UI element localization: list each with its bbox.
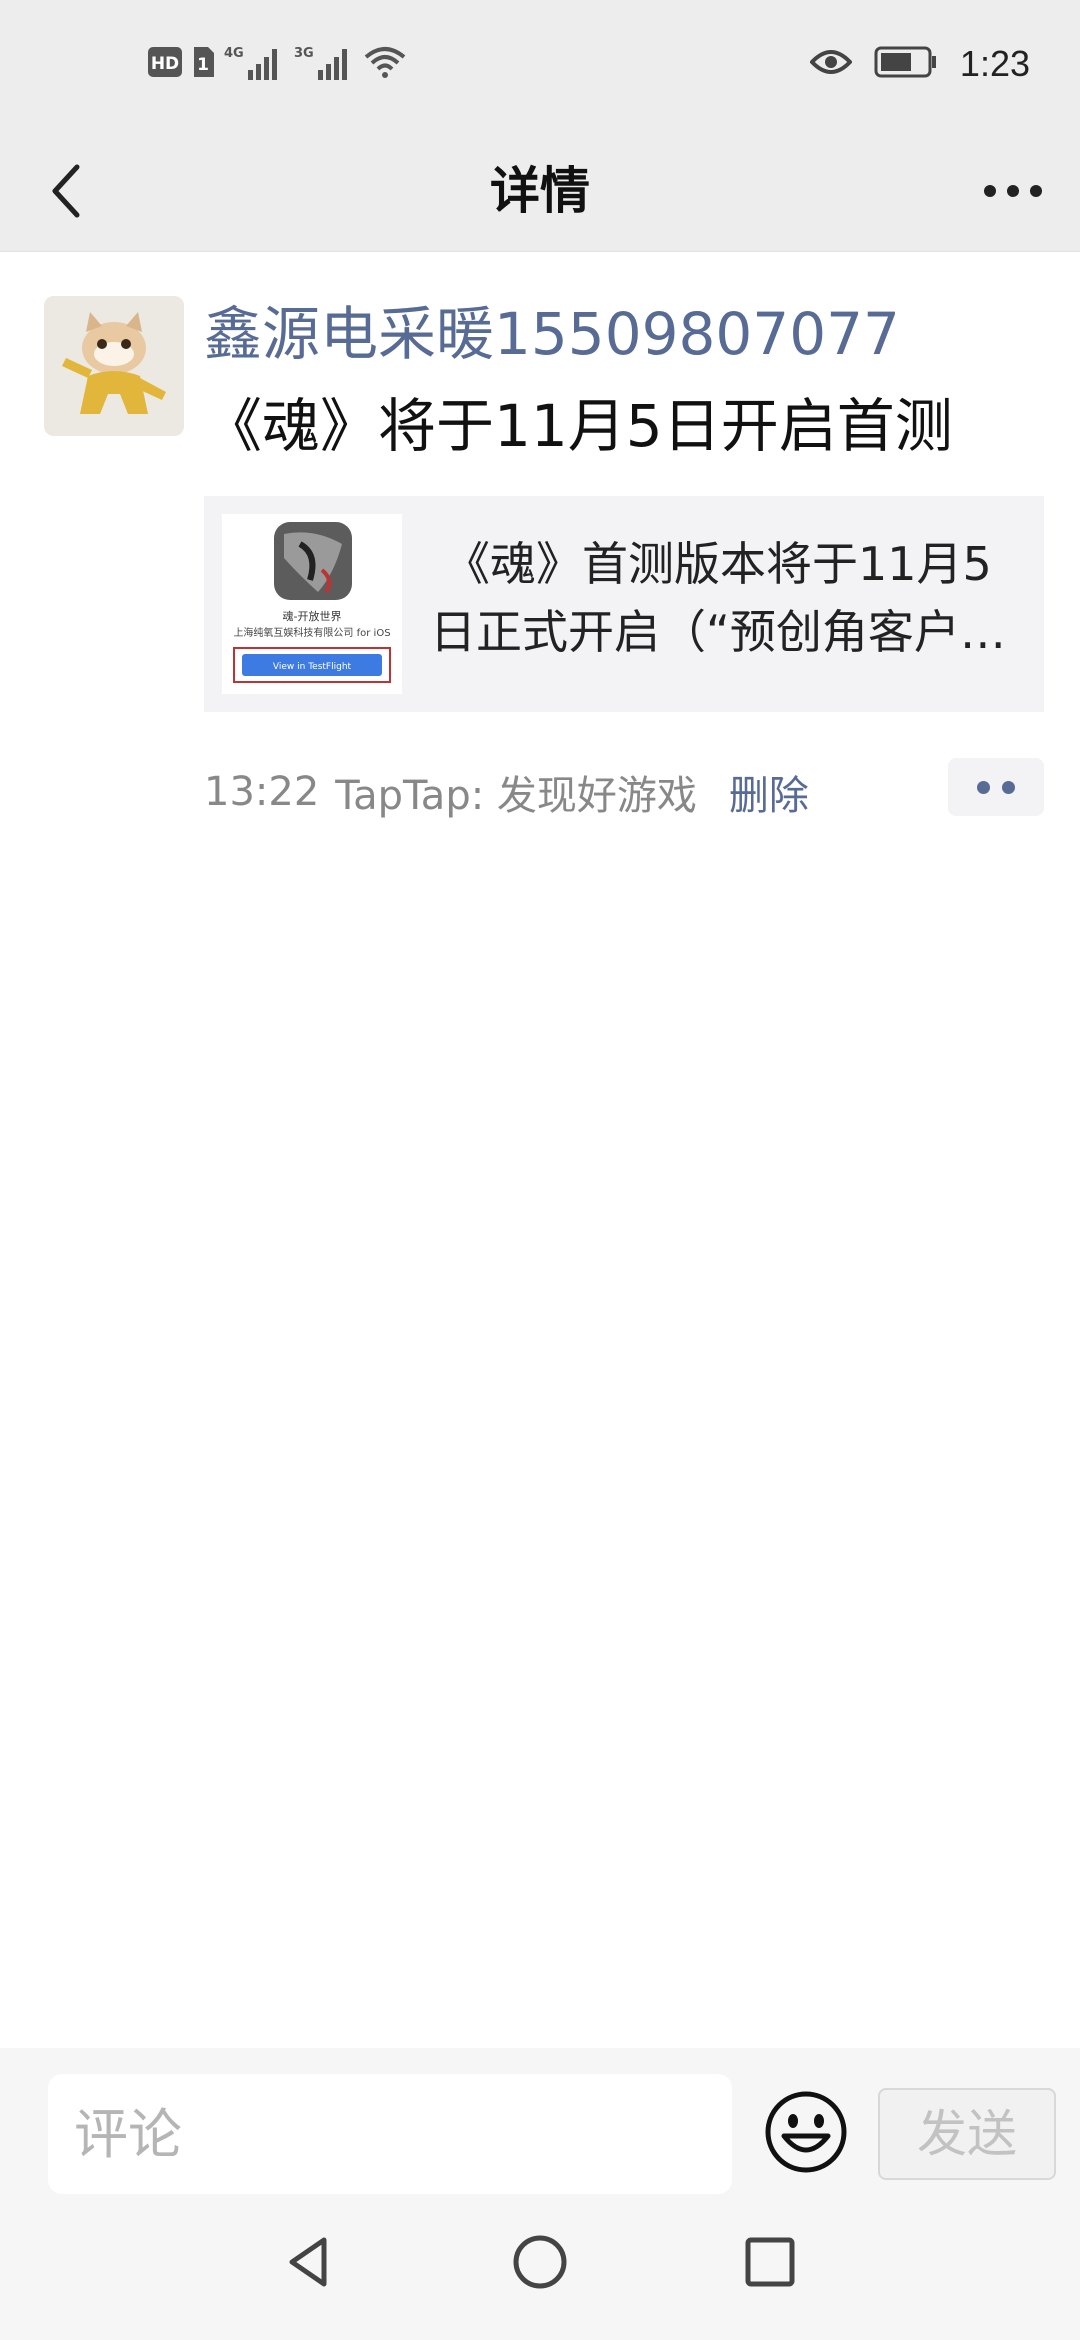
comment-like-button[interactable]: [948, 758, 1044, 816]
cat-avatar: [44, 296, 184, 436]
svg-text:HD: HD: [151, 54, 179, 74]
comment-composer: 发送: [0, 2048, 1080, 2340]
nav-back-button[interactable]: [268, 2220, 352, 2304]
back-button[interactable]: [30, 154, 104, 228]
more-button[interactable]: [976, 154, 1050, 228]
back-chevron-icon: [52, 164, 80, 218]
nav-recents-button[interactable]: [728, 2220, 812, 2304]
svg-text:魂-开放世界: 魂-开放世界: [283, 609, 342, 623]
comment-input[interactable]: [48, 2074, 732, 2194]
comment-like-dots-icon: [1002, 780, 1015, 794]
svg-text:View in TestFlight: View in TestFlight: [273, 662, 352, 672]
post-source[interactable]: TapTap: 发现好游戏: [335, 763, 697, 821]
svg-text:4G: 4G: [224, 46, 244, 61]
sim-1-icon: 1: [192, 47, 214, 81]
post-time: 13:22: [204, 769, 320, 815]
status-bar: HD 1 4G 3G 1:23: [0, 0, 1080, 130]
post-meta: 13:22 TapTap: 发现好游戏 删除: [204, 762, 809, 822]
svg-text:1: 1: [197, 55, 209, 75]
signal-3g-icon: 3G: [294, 44, 354, 84]
signal-4g-icon: 4G: [224, 44, 284, 84]
page-title: 详情: [490, 162, 590, 220]
link-card-title-line-1: 《魂》首测版本将于11月5: [444, 537, 992, 591]
nav-home-button[interactable]: [498, 2220, 582, 2304]
emoji-icon: [765, 2091, 847, 2173]
status-time: 1:23: [959, 43, 1030, 84]
svg-text:上海纯氧互娱科技有限公司 for iOS: 上海纯氧互娱科技有限公司 for iOS: [233, 626, 390, 639]
send-button[interactable]: 发送: [878, 2088, 1056, 2180]
more-dots-icon: [984, 185, 1042, 197]
system-nav-bar: [0, 2190, 1080, 2340]
eye-icon: [809, 48, 853, 80]
link-thumbnail: 魂-开放世界 上海纯氧互娱科技有限公司 for iOS View in Test…: [222, 514, 402, 694]
nav-bar: 详情: [0, 130, 1080, 252]
emoji-button[interactable]: [764, 2090, 848, 2174]
status-right: 1:23: [809, 42, 1030, 86]
delete-button[interactable]: 删除: [729, 763, 809, 821]
post-text: 《魂》将于11月5日开启首测: [204, 392, 953, 460]
comment-like-dots-icon: [977, 780, 990, 794]
status-indicators: HD 1 4G 3G: [148, 44, 406, 84]
nav-home-icon: [513, 2235, 567, 2289]
link-card-title: 《魂》首测版本将于11月5 日正式开启（“预创角客户…: [430, 530, 1030, 666]
svg-text:3G: 3G: [294, 46, 314, 61]
wifi-icon: [364, 45, 406, 83]
nav-recents-icon: [745, 2237, 795, 2287]
hd-icon: HD: [148, 47, 182, 81]
nav-back-icon: [289, 2237, 327, 2287]
link-card-title-line-2: 日正式开启（“预创角客户…: [430, 605, 1006, 659]
battery-icon: [874, 46, 938, 82]
shared-link-card[interactable]: 魂-开放世界 上海纯氧互娱科技有限公司 for iOS View in Test…: [204, 496, 1044, 712]
avatar[interactable]: [44, 296, 184, 436]
post-author-name[interactable]: 鑫源电采暖15509807077: [204, 298, 900, 370]
